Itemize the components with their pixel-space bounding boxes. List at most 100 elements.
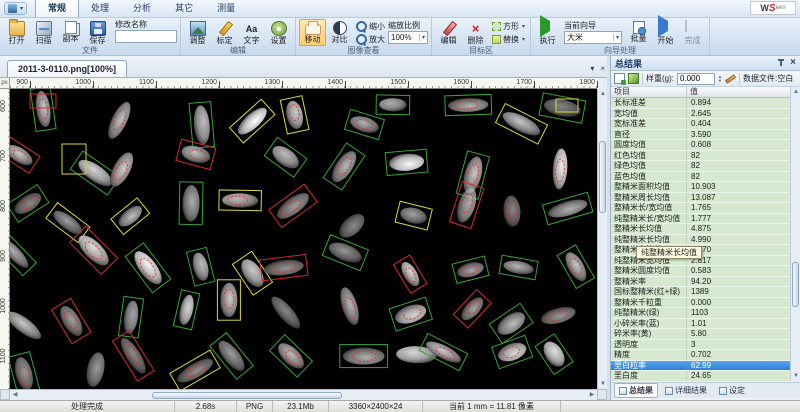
replace-button[interactable]: 替换▾ [490,33,527,45]
table-row[interactable]: 宽标准差0.404 [611,119,791,130]
square-shape-button[interactable]: 方形▾ [490,20,527,32]
row-item-label: 直径 [611,130,687,140]
zoom-out-button[interactable]: 缩小 [354,20,387,32]
settings-button[interactable]: 设置 [265,19,292,46]
panel-tab[interactable]: 设定 [714,383,750,398]
row-item-label: 红色均值 [611,151,687,161]
text-button[interactable]: 文字 [238,19,265,46]
table-row[interactable]: 小碎米率(蓝)1.01 [611,319,791,330]
copy-button[interactable]: 副本 [57,19,84,46]
table-row[interactable]: 国标整精米(红+绿)1389 [611,287,791,298]
move-button[interactable]: 移动 [299,19,326,46]
image-canvas[interactable] [10,89,597,389]
ribbon-tab[interactable]: 处理 [79,0,121,17]
ribbon-tab[interactable]: 其它 [163,0,205,17]
target-edit-button[interactable]: 编辑 [435,19,462,46]
spin-down-icon[interactable]: ▼ [718,79,722,83]
sample-weight-input[interactable] [677,73,715,85]
grain [10,352,40,389]
canvas-vertical-scrollbar[interactable]: ▲ ▼ [597,89,607,389]
table-row[interactable]: 红色均值82 [611,151,791,162]
ruler-tick [345,81,346,88]
export-icon[interactable] [628,73,639,84]
table-row[interactable]: 整精米千粒重0.000 [611,298,791,309]
table-row[interactable]: 圆度均值0.608 [611,140,791,151]
text-icon [244,21,260,36]
open-button[interactable]: 打开 [3,19,30,46]
table-row[interactable]: 纯整精米长均值4.990 [611,235,791,246]
table-row[interactable]: 垩白度24.65 [611,371,791,381]
ribbon-tab[interactable]: 分析 [121,0,163,17]
run-button[interactable]: 执行 [534,19,561,46]
quick-access-toolbar[interactable]: ▾ [4,2,27,15]
rename-input[interactable] [115,30,177,43]
table-row[interactable]: 垩白粒率62.99 [611,361,791,372]
pin-icon[interactable] [777,59,785,67]
scroll-down-icon[interactable]: ▼ [791,371,800,381]
row-value: 0.608 [687,140,791,150]
table-row[interactable]: 整精米圆度均值0.583 [611,266,791,277]
table-row[interactable]: 绿色均值82 [611,161,791,172]
contrast-button[interactable]: 对比 [326,19,353,46]
table-row[interactable]: 蓝色均值82 [611,172,791,183]
scrollbar-thumb[interactable] [599,141,606,213]
table-row[interactable]: 直径3.590 [611,130,791,141]
ribbon-tab[interactable]: 常规 [35,0,79,17]
ruler-label: 900 [0,245,10,267]
scroll-right-icon[interactable]: ▶ [587,390,597,400]
vertical-ruler: 60070080090010001100 [0,89,10,389]
table-row[interactable]: 透明度3 [611,340,791,351]
column-header-item[interactable]: 项目 [611,87,687,97]
zoom-in-button[interactable]: 放大 [354,33,387,45]
scrollbar-thumb[interactable] [792,262,799,307]
close-icon[interactable]: × [790,58,796,68]
row-value: 2.645 [687,109,791,119]
table-vertical-scrollbar[interactable]: ▲ ▼ [790,87,800,381]
batch-button[interactable]: 批量 [625,19,652,46]
scrollbar-thumb[interactable] [152,392,342,399]
table-row[interactable]: 整精米长均值4.875 [611,224,791,235]
table-row[interactable]: 纯整精米(绿)1103 [611,308,791,319]
table-row[interactable]: 整精米长/宽均值1.765 [611,203,791,214]
brush-icon[interactable] [725,74,736,84]
ribbon-tab[interactable]: 测量 [205,0,247,17]
start-button[interactable]: 开始 [652,19,679,46]
grain [499,255,538,280]
ruler-label: 1600 [431,79,469,86]
calibrate-button[interactable]: 标定 [211,19,238,46]
new-data-icon[interactable] [614,73,625,84]
document-tab[interactable]: 2011-3-0110.png[100%] [7,60,127,77]
button-label: 标定 [217,36,233,45]
canvas-horizontal-scrollbar[interactable]: ◀ ▶ [10,389,597,400]
ruler-label: 1200 [179,79,217,86]
table-row[interactable]: 整精米率94.20 [611,277,791,288]
table-row[interactable]: 纯整精米长/宽均值1.777 [611,214,791,225]
panel-tab[interactable]: 总结果 [614,383,658,398]
target-delete-button[interactable]: 删除 [462,19,489,46]
zoom-ratio-select[interactable]: 100%▾ [388,31,428,44]
scroll-up-icon[interactable]: ▲ [791,87,800,97]
grain [376,95,410,115]
spinner-stepper[interactable]: ▲▼ [718,75,722,83]
adjust-button[interactable]: 调整 [184,19,211,46]
close-tab-icon[interactable]: × [600,64,605,74]
column-header-value[interactable]: 值 [687,87,791,97]
ruler-label: 1700 [494,79,532,86]
scan-button[interactable]: 扫描 [30,19,57,46]
brand-logo: WSeen [750,1,796,15]
save-button[interactable]: 保存 [84,19,111,46]
table-row[interactable]: 精度0.702 [611,350,791,361]
table-row[interactable]: 整精米周长均值13.087 [611,193,791,204]
panel-tab[interactable]: 详细结果 [660,383,712,398]
table-row[interactable]: 整精米面积均值10.903 [611,182,791,193]
scroll-left-icon[interactable]: ◀ [10,390,20,400]
table-row[interactable]: 宽均值2.645 [611,109,791,120]
table-row[interactable]: 长标准差0.894 [611,98,791,109]
wizard-select[interactable]: 大米▾ [564,31,622,44]
tab-list-dropdown-icon[interactable]: ▾ [590,64,594,74]
grain [210,333,253,380]
grain [445,94,492,115]
button-label: 删除 [468,36,484,45]
table-row[interactable]: 碎米率(黄)5.80 [611,329,791,340]
ruler-label: 1300 [242,79,280,86]
